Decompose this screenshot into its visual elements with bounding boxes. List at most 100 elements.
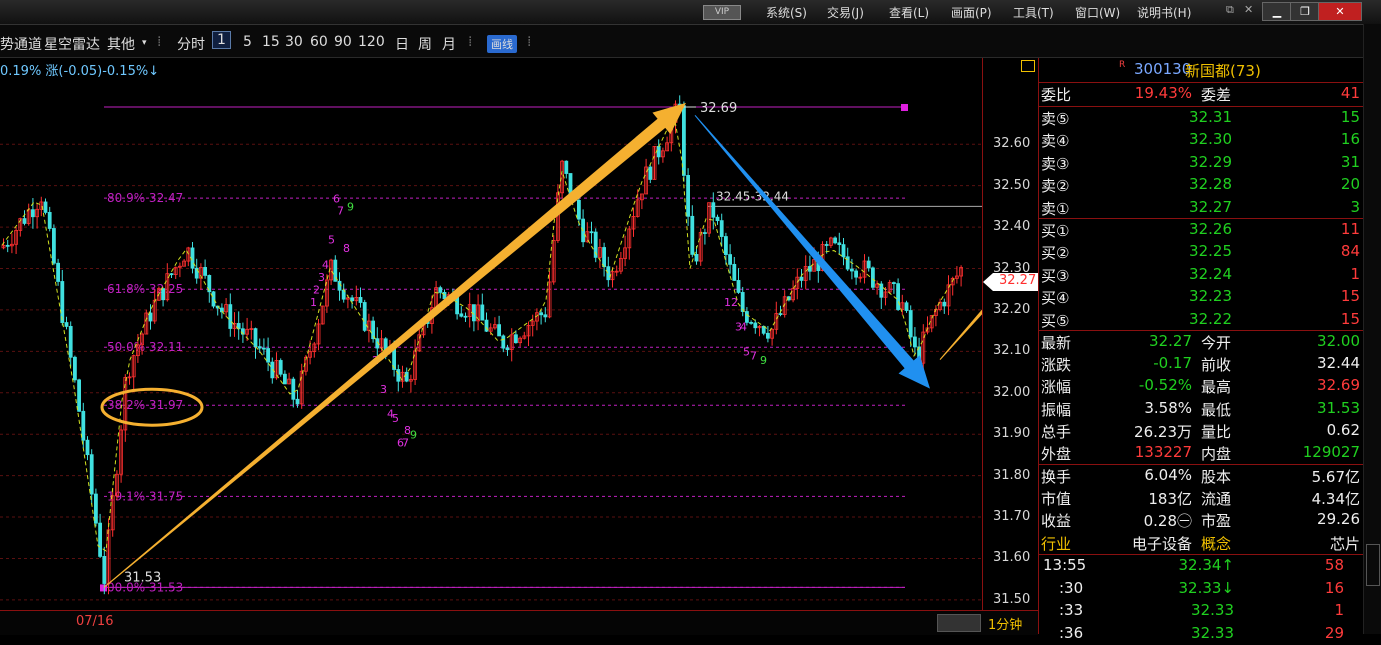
high-label: 32.69 (700, 101, 737, 116)
candle-body (824, 244, 829, 246)
candle-body (98, 522, 102, 557)
candle-body (728, 254, 732, 265)
y-tick-label: 31.50 (993, 591, 1031, 607)
stat2-value: 6.04% (1144, 466, 1192, 484)
count-marker: 8 (343, 242, 350, 255)
period-week[interactable]: 周 (418, 34, 432, 54)
period-15min[interactable]: 15 (262, 34, 280, 50)
bid-label: 买④ (1041, 289, 1070, 308)
candle-body (497, 324, 502, 337)
weibi-label: 委比 (1041, 86, 1072, 104)
candle-body (845, 256, 850, 270)
timeframe-label[interactable]: 1分钟 (988, 614, 1022, 633)
period-30min[interactable]: 30 (285, 34, 303, 50)
candle-body (866, 260, 871, 269)
candle-body (543, 314, 548, 318)
kline-chart[interactable]: 0.19% 涨(-0.05)-0.15%↓ 80.9% 32.47 61.8% 3… (0, 58, 982, 610)
tool-other[interactable]: 其他 (107, 34, 135, 54)
period-60min[interactable]: 60 (310, 34, 328, 50)
vip-badge[interactable]: VIP (703, 5, 741, 20)
fib-label: 61.8% 32.25 (107, 282, 183, 296)
stat2-row: 收益 0.28㊀ 市盈 29.26 (1039, 509, 1364, 531)
stat-value: 0.62 (1326, 420, 1360, 439)
stat2-label: 市值 (1041, 490, 1072, 509)
stat2-value: 4.34亿 (1311, 490, 1360, 509)
close-button[interactable]: ✕ (1318, 2, 1362, 21)
period-120min[interactable]: 120 (358, 34, 385, 50)
menu-window[interactable]: 窗口(W) (1075, 4, 1120, 21)
period-5min[interactable]: 5 (243, 34, 252, 50)
scroll-thumb[interactable] (937, 614, 981, 632)
candle-body (291, 378, 296, 400)
count-marker: 5 (328, 234, 335, 247)
candle-body (913, 336, 917, 348)
close-small-icon[interactable]: ✕ (1244, 3, 1253, 16)
menu-view[interactable]: 查看(L) (889, 4, 929, 21)
tool-radar[interactable]: 星空雷达 (44, 34, 100, 54)
count-marker: 7 (750, 350, 757, 363)
menu-manual[interactable]: 说明书(H) (1137, 4, 1191, 21)
tick-volume: 29 (1324, 623, 1344, 642)
candle-body (808, 266, 812, 272)
ask-price: 32.31 (1189, 108, 1232, 126)
candle-body (362, 302, 367, 331)
restore-small-icon[interactable]: ⧉ (1226, 3, 1234, 17)
draw-line-button[interactable]: 画线 (487, 35, 517, 53)
tick-row: :33 32.33 1 (1039, 600, 1364, 622)
stock-name: 新国都(73) (1185, 62, 1261, 80)
candle-body (43, 201, 48, 213)
period-day[interactable]: 日 (395, 34, 409, 54)
candle-body (64, 322, 69, 327)
stat2-label: 行业 (1041, 534, 1072, 553)
period-1min[interactable]: 1 (212, 31, 231, 49)
axis-toggle-icon[interactable] (1021, 60, 1035, 72)
tick-time: :33 (1059, 601, 1084, 620)
candle-body (879, 283, 884, 298)
date-label: 07/16 (76, 614, 114, 629)
tick-price: 32.34↑ (1178, 556, 1234, 574)
stock-code: 300130 (1134, 60, 1192, 78)
stat-label: 外盘 (1041, 445, 1072, 463)
candle-body (656, 145, 661, 158)
chart-canvas[interactable]: 80.9% 32.47 61.8% 32.25 50.0% 32.11 38.2% 3… (0, 58, 982, 610)
stat-label: 涨跌 (1041, 356, 1072, 375)
candle-body (261, 347, 266, 350)
separator-icon: ⁞ (157, 34, 162, 50)
period-fenshi[interactable]: 分时 (177, 34, 205, 54)
side-strip[interactable] (1363, 24, 1381, 634)
menu-system[interactable]: 系统(S) (766, 4, 807, 21)
y-tick-label: 32.10 (993, 343, 1031, 359)
ask-row: 卖③ 32.29 31 (1039, 152, 1364, 174)
y-tick-label: 31.80 (993, 467, 1031, 483)
maximize-button[interactable]: ❐ (1290, 2, 1320, 21)
period-90min[interactable]: 90 (334, 34, 352, 50)
stat-value: -0.17 (1153, 354, 1192, 373)
r-mark: R (1119, 60, 1126, 70)
candle-body (463, 315, 468, 318)
tick-price: 32.33 (1191, 623, 1234, 642)
count-marker: 4 (322, 259, 329, 272)
period-month[interactable]: 月 (442, 34, 456, 54)
weicha-value: 41 (1340, 84, 1360, 102)
stat2-value: 5.67亿 (1311, 468, 1360, 486)
chevron-down-icon[interactable]: ▾ (142, 38, 147, 48)
candle-body (749, 321, 753, 324)
stat-value: 31.53 (1317, 398, 1360, 417)
bid-volume: 1 (1350, 264, 1360, 283)
strip-handle[interactable] (1366, 544, 1380, 586)
tool-channel[interactable]: 势通道 (0, 34, 42, 54)
menu-tools[interactable]: 工具(T) (1013, 4, 1054, 21)
stat-value: 32.69 (1317, 376, 1360, 395)
count-marker: 5 (392, 412, 399, 425)
candle-body (228, 304, 233, 329)
y-tick-label: 31.70 (993, 509, 1031, 525)
stat2-value: 芯片 (1329, 534, 1360, 553)
stat-label: 最低 (1201, 400, 1232, 419)
menu-trade[interactable]: 交易(J) (827, 4, 864, 21)
ask-row: 卖⑤ 32.31 15 (1039, 107, 1364, 129)
menu-screen[interactable]: 画面(P) (951, 4, 992, 21)
stat-value: 26.23万 (1134, 422, 1192, 441)
bid-label: 买③ (1041, 266, 1070, 285)
minimize-button[interactable]: ▁ (1262, 2, 1292, 21)
stat-label: 今开 (1201, 334, 1232, 352)
